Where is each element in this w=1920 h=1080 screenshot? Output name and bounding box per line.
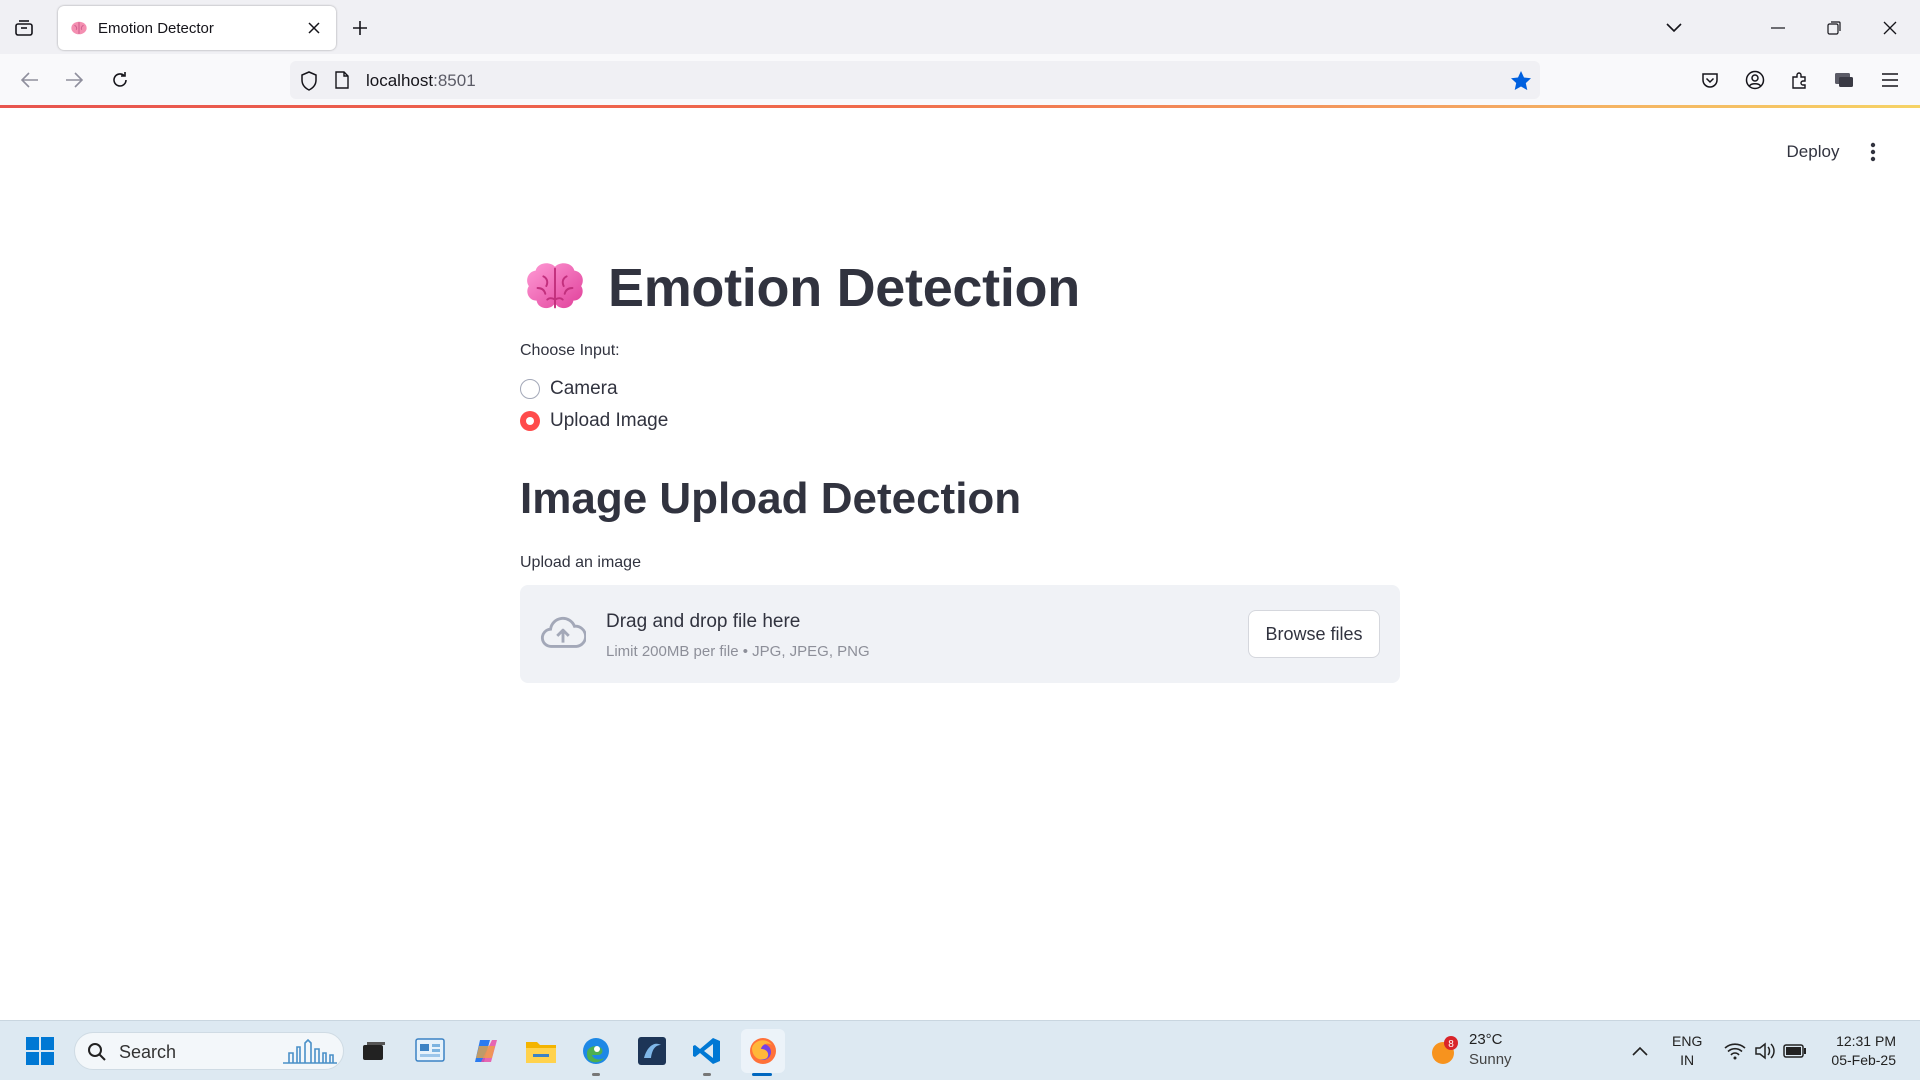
weather-sun-icon[interactable]: 8	[1426, 1031, 1462, 1071]
app-icon-blue[interactable]	[632, 1031, 672, 1071]
running-indicator	[703, 1073, 711, 1076]
account-icon[interactable]	[1739, 64, 1771, 96]
url-bar[interactable]: localhost:8501	[290, 61, 1540, 99]
shield-icon[interactable]	[300, 71, 318, 91]
more-options-icon[interactable]	[1858, 136, 1888, 168]
file-explorer-icon[interactable]	[521, 1031, 561, 1071]
reload-icon[interactable]	[104, 64, 136, 96]
menu-icon[interactable]	[1874, 64, 1906, 96]
radio-option-label: Upload Image	[550, 410, 669, 431]
system-clock[interactable]: 12:31 PM 05-Feb-25	[1818, 1032, 1896, 1070]
tab-list-icon[interactable]	[10, 14, 38, 42]
wifi-icon[interactable]	[1718, 1031, 1752, 1071]
browse-files-button[interactable]: Browse files	[1248, 610, 1380, 658]
drag-drop-text: Drag and drop file here	[606, 611, 801, 632]
pocket-icon[interactable]	[1694, 64, 1726, 96]
brain-icon	[71, 21, 87, 35]
volume-icon[interactable]	[1748, 1031, 1782, 1071]
task-view-icon[interactable]	[354, 1031, 394, 1071]
upload-limit-text: Limit 200MB per file • JPG, JPEG, PNG	[606, 643, 870, 660]
copilot-icon[interactable]	[466, 1031, 506, 1071]
extensions-icon[interactable]	[1783, 64, 1815, 96]
page-load-progress	[0, 105, 1920, 108]
radio-option-upload-image[interactable]: Upload Image	[520, 407, 668, 435]
bookmark-star-icon[interactable]	[1510, 70, 1532, 90]
chevron-down-icon[interactable]	[1650, 8, 1698, 48]
browser-tab-active[interactable]: Emotion Detector	[58, 6, 336, 50]
section-heading: Image Upload Detection	[520, 474, 1022, 523]
page-title: Emotion Detection	[524, 252, 1080, 324]
new-tab-button[interactable]	[346, 14, 374, 42]
radio-option-label: Camera	[550, 378, 618, 399]
close-window-button[interactable]	[1866, 8, 1914, 48]
radio-button[interactable]	[520, 379, 540, 399]
close-tab-icon[interactable]	[300, 14, 328, 42]
chevron-up-icon[interactable]	[1622, 1031, 1658, 1071]
weather-temperature: 23°C	[1469, 1031, 1503, 1048]
battery-icon[interactable]	[1778, 1031, 1812, 1071]
browser-tab-strip: Emotion Detector	[0, 0, 1920, 54]
active-indicator	[752, 1073, 772, 1076]
search-placeholder: Search	[119, 1042, 177, 1062]
taskbar-search-input[interactable]: Search	[74, 1032, 344, 1070]
forward-arrow-icon[interactable]	[58, 64, 90, 96]
restore-button[interactable]	[1810, 8, 1858, 48]
vscode-icon[interactable]	[687, 1031, 727, 1071]
taskbar: Search 8 23°C Sunny ENG IN 12:31 PM 05-F…	[0, 1020, 1920, 1080]
search-highlight-icon	[283, 1039, 337, 1064]
brain-icon	[527, 263, 583, 309]
control-panel-icon[interactable]	[410, 1031, 450, 1071]
url-text: localhost:8501	[366, 71, 476, 90]
radio-option-camera[interactable]: Camera	[520, 375, 618, 403]
language-indicator[interactable]: ENG IN	[1672, 1032, 1702, 1070]
windows-start-icon[interactable]	[20, 1031, 60, 1071]
extension-icon[interactable]	[1828, 64, 1860, 96]
edge-browser-icon[interactable]	[576, 1031, 616, 1071]
file-dropzone[interactable]: Drag and drop file here Limit 200MB per …	[520, 585, 1400, 683]
firefox-icon[interactable]	[741, 1029, 785, 1073]
radio-button-selected[interactable]	[520, 411, 540, 431]
uploader-label: Upload an image	[520, 554, 641, 571]
browser-nav-bar: localhost:8501	[0, 54, 1920, 106]
minimize-button[interactable]	[1754, 8, 1802, 48]
weather-condition: Sunny	[1469, 1051, 1512, 1068]
search-icon	[88, 1043, 106, 1061]
svg-text:8: 8	[1448, 1039, 1454, 1050]
running-indicator	[592, 1073, 600, 1076]
deploy-button[interactable]: Deploy	[1772, 136, 1854, 168]
radio-group-label: Choose Input:	[520, 342, 620, 359]
back-arrow-icon[interactable]	[14, 64, 46, 96]
tab-title: Emotion Detector	[98, 19, 214, 37]
title-text: Emotion Detection	[608, 258, 1080, 318]
page-icon	[335, 71, 349, 89]
cloud-upload-icon	[540, 616, 586, 648]
